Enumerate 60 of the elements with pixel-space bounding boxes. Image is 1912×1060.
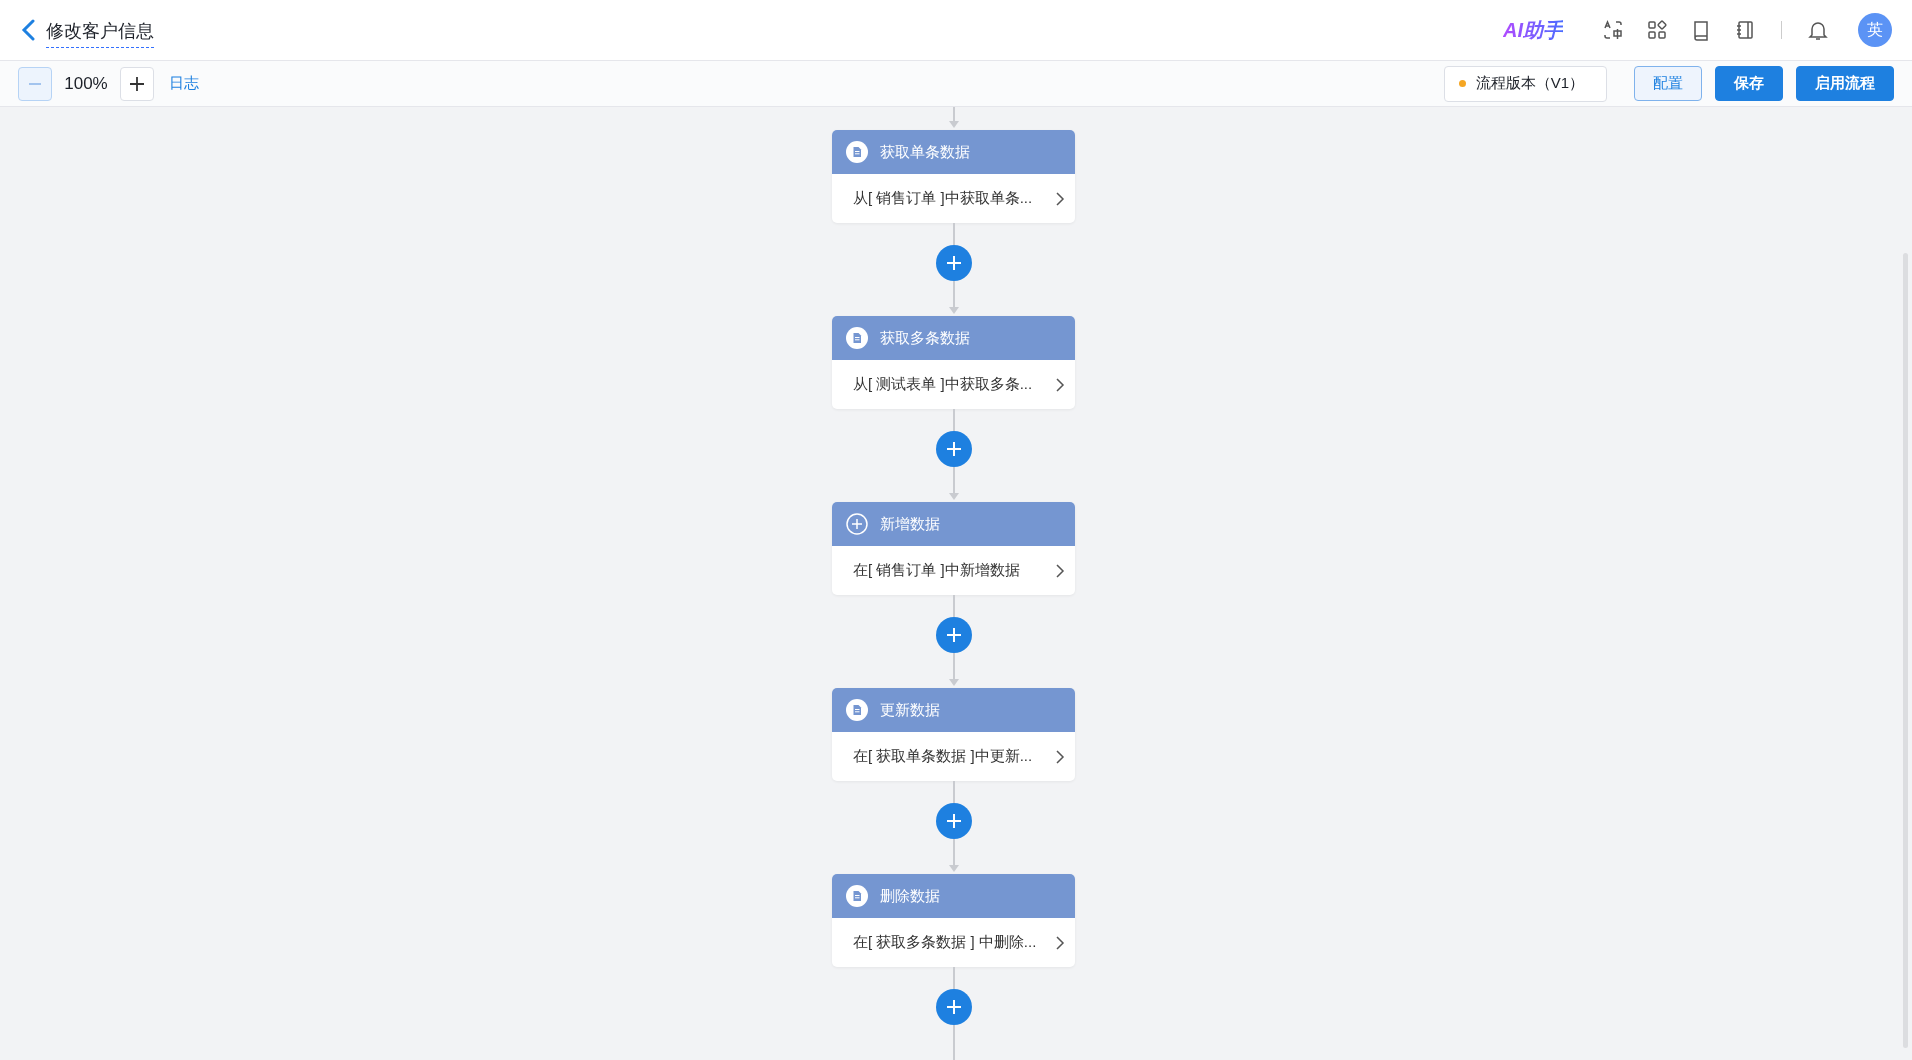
connector-line: [952, 409, 955, 431]
flow-node-card[interactable]: 获取多条数据 从[ 测试表单 ]中获取多条...: [832, 316, 1075, 409]
document-icon: [846, 699, 868, 721]
node-summary: 在[ 获取多条数据 ] 中删除...: [853, 933, 1037, 952]
document-icon: [846, 327, 868, 349]
node-summary: 从[ 测试表单 ]中获取多条...: [853, 375, 1033, 394]
connector-line: [952, 1025, 955, 1060]
document-icon: [846, 885, 868, 907]
chevron-right-icon: [1055, 191, 1065, 206]
add-step-button[interactable]: [935, 617, 972, 653]
node-title: 更新数据: [880, 700, 940, 720]
node-summary: 从[ 销售订单 ]中获取单条...: [853, 189, 1033, 208]
connector-line: [952, 967, 955, 989]
node-summary: 在[ 获取单条数据 ]中更新...: [853, 747, 1033, 766]
connector-arrow: [948, 467, 959, 502]
plus-icon: [945, 441, 962, 457]
add-step-button[interactable]: [935, 989, 972, 1025]
connector-line: [952, 223, 955, 245]
zoom-level: 100%: [63, 73, 109, 94]
document-icon: [846, 141, 868, 163]
chevron-right-icon: [1055, 935, 1065, 950]
notebook-icon[interactable]: [1734, 19, 1756, 41]
plus-icon: [945, 255, 962, 271]
translate-icon[interactable]: [1602, 19, 1624, 41]
node-title: 删除数据: [880, 886, 940, 906]
plus-icon: [129, 75, 145, 92]
flow-node-card[interactable]: 更新数据 在[ 获取单条数据 ]中更新...: [832, 688, 1075, 781]
page-title: 修改客户信息: [46, 18, 154, 48]
connector-line: [952, 781, 955, 803]
node-summary: 在[ 销售订单 ]中新增数据: [853, 561, 1020, 580]
version-selector[interactable]: 流程版本（V1）: [1443, 65, 1607, 102]
flow-node-card[interactable]: 获取单条数据 从[ 销售订单 ]中获取单条...: [832, 130, 1075, 223]
zoom-in-button[interactable]: [120, 66, 154, 101]
plus-icon: [945, 627, 962, 643]
flow-node-card[interactable]: 新增数据 在[ 销售订单 ]中新增数据: [832, 502, 1075, 595]
connector-arrow: [948, 281, 959, 316]
add-step-button[interactable]: [935, 245, 972, 281]
connector-arrow: [948, 107, 959, 130]
connector-line: [952, 595, 955, 617]
plus-icon: [945, 999, 962, 1015]
node-title: 新增数据: [880, 514, 940, 534]
plus-icon: [846, 513, 868, 535]
node-title: 获取多条数据: [880, 328, 970, 348]
grid-icon[interactable]: [1646, 19, 1668, 41]
config-button[interactable]: 配置: [1634, 66, 1702, 101]
flow-node-card[interactable]: 删除数据 在[ 获取多条数据 ] 中删除...: [832, 874, 1075, 967]
add-step-button[interactable]: [935, 803, 972, 839]
action-button[interactable]: 保存: [1715, 66, 1783, 101]
plus-icon: [945, 813, 962, 829]
chevron-right-icon: [1055, 563, 1065, 578]
chevron-right-icon: [1055, 377, 1065, 392]
minus-icon: [28, 82, 42, 85]
bell-icon[interactable]: [1807, 19, 1829, 41]
node-title: 获取单条数据: [880, 142, 970, 162]
chevron-right-icon: [1055, 749, 1065, 764]
action-button[interactable]: 启用流程: [1796, 66, 1894, 101]
connector-arrow: [948, 839, 959, 874]
connector-arrow: [948, 653, 959, 688]
add-step-button[interactable]: [935, 431, 972, 467]
log-link[interactable]: 日志: [169, 74, 199, 93]
